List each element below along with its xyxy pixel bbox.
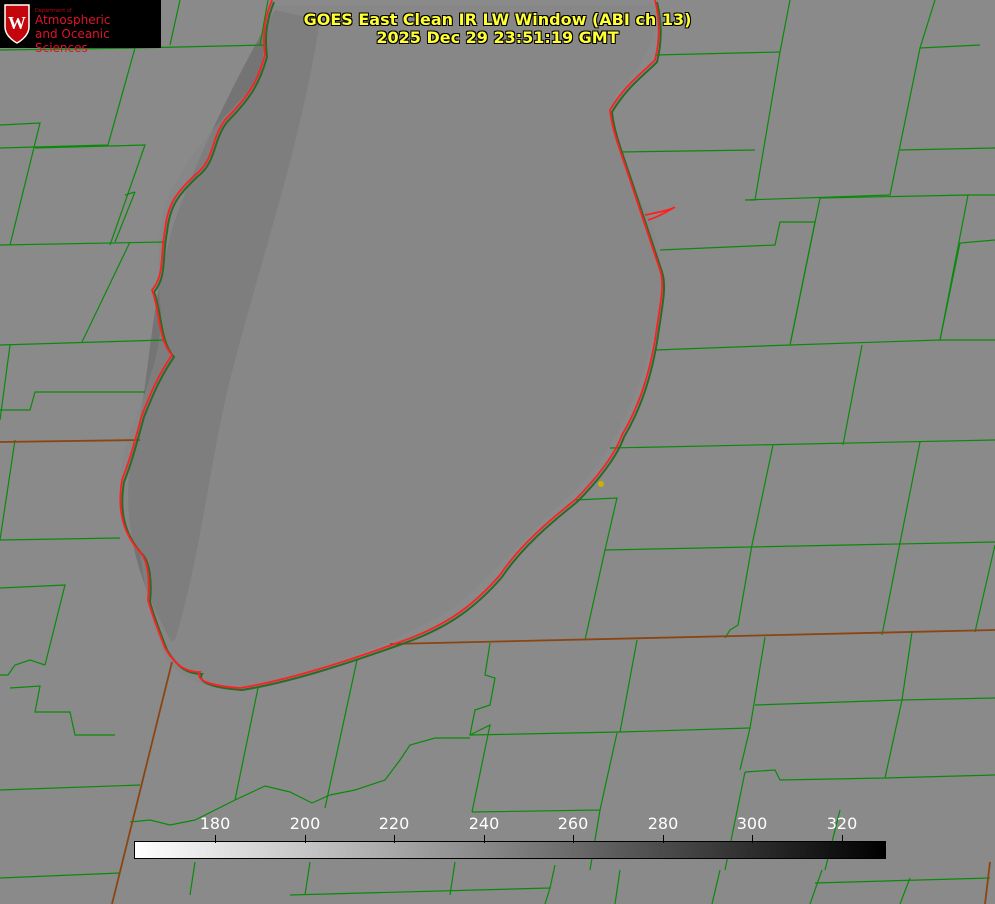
location-marker bbox=[598, 481, 604, 487]
colorbar-tick-label: 300 bbox=[736, 814, 768, 833]
colorbar-tick-mark bbox=[752, 835, 753, 843]
title-timestamp: 2025 Dec 29 23:51:19 GMT bbox=[376, 28, 619, 47]
colorbar-tick-mark bbox=[215, 835, 216, 843]
colorbar bbox=[134, 841, 886, 859]
colorbar-tick-label: 220 bbox=[378, 814, 410, 833]
colorbar-tick-mark bbox=[842, 835, 843, 843]
colorbar-tick-mark bbox=[573, 835, 574, 843]
colorbar-tick-label: 180 bbox=[199, 814, 231, 833]
colorbar-tick-label: 320 bbox=[826, 814, 858, 833]
colorbar-tick-label: 260 bbox=[557, 814, 589, 833]
satellite-map bbox=[0, 0, 995, 904]
colorbar-tick-label: 240 bbox=[468, 814, 500, 833]
colorbar-tick-mark bbox=[394, 835, 395, 843]
colorbar-tick-mark bbox=[663, 835, 664, 843]
colorbar-tick-mark bbox=[305, 835, 306, 843]
title-line1: GOES East Clean IR LW Window (ABI ch 13) bbox=[303, 10, 692, 29]
colorbar-tick-mark bbox=[484, 835, 485, 843]
colorbar-tick-label: 280 bbox=[647, 814, 679, 833]
image-title: GOES East Clean IR LW Window (ABI ch 13)… bbox=[0, 11, 995, 47]
colorbar-tick-label: 200 bbox=[289, 814, 321, 833]
